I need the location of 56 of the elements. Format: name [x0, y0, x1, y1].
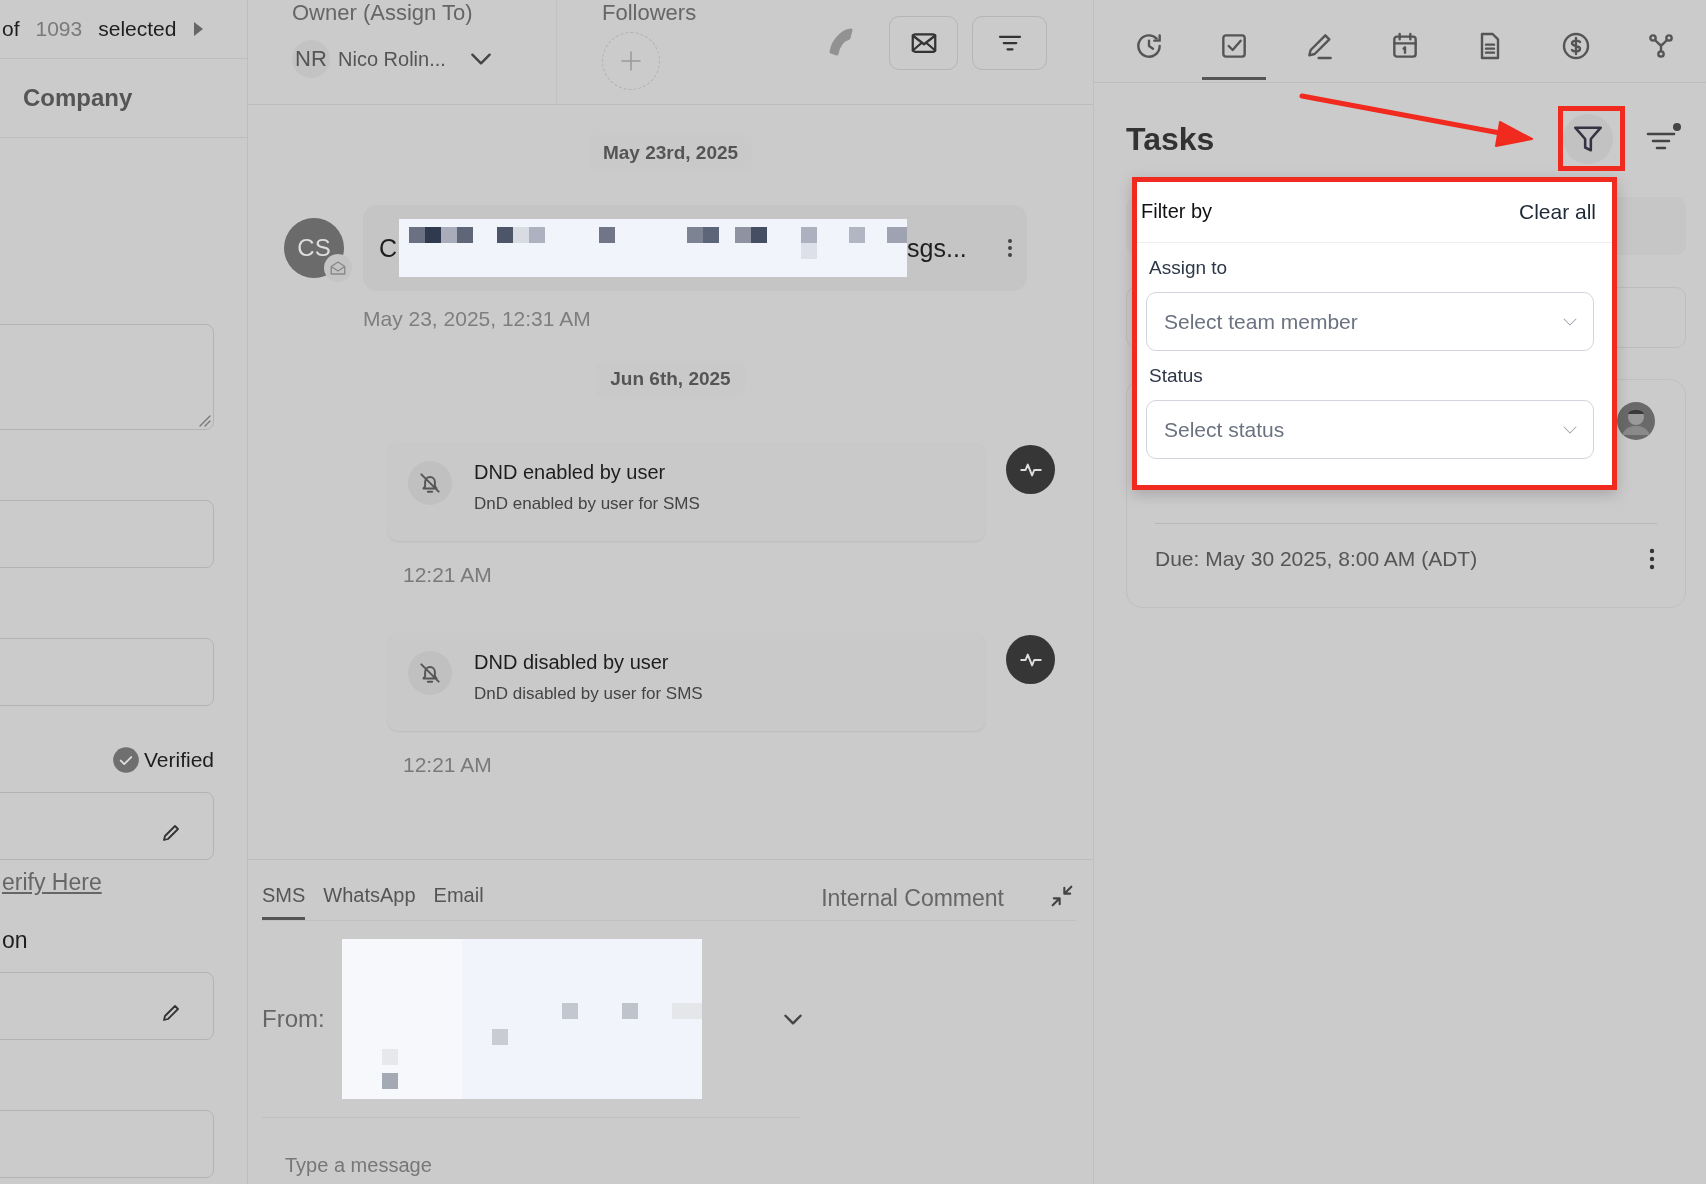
- event-time: 12:21 AM: [403, 563, 493, 587]
- select-placeholder: Select status: [1164, 417, 1285, 442]
- section-title: Company: [0, 59, 247, 138]
- selection-text: of: [2, 17, 20, 41]
- channel-tab[interactable]: SMS: [262, 884, 306, 920]
- message-text: C: [379, 233, 398, 263]
- followers-label: Followers: [602, 0, 697, 26]
- owner-name: Nico Rolin...: [338, 47, 446, 71]
- resize-grip-icon: [197, 413, 211, 427]
- owner-select[interactable]: NR Nico Rolin...: [292, 40, 556, 78]
- field-label: on: [2, 926, 28, 955]
- email-button[interactable]: [889, 16, 958, 70]
- clear-all-button[interactable]: Clear all: [1518, 199, 1596, 224]
- event-detail: DnD disabled by user for SMS: [474, 684, 703, 704]
- popup-title: Filter by: [1141, 200, 1213, 223]
- internal-comment-tab[interactable]: Internal Comment: [821, 885, 1004, 920]
- bell-off-icon: [417, 470, 443, 496]
- filter-button[interactable]: [972, 16, 1047, 70]
- channel-tab[interactable]: Email: [433, 884, 484, 920]
- message-time: May 23, 2025, 12:31 AM: [363, 307, 592, 331]
- event-title: DND enabled by user: [474, 461, 667, 484]
- filter-button[interactable]: [1563, 114, 1613, 164]
- verified-label: Verified: [143, 748, 214, 772]
- selection-count: 1093: [35, 17, 83, 41]
- owner-label: Owner (Assign To): [292, 0, 474, 26]
- message-input[interactable]: Type a message: [285, 1154, 685, 1177]
- select-placeholder: Select team member: [1164, 309, 1358, 334]
- input-field[interactable]: [0, 792, 214, 860]
- input-field[interactable]: [0, 1110, 214, 1178]
- caret-icon: [192, 21, 205, 37]
- channel-tab[interactable]: WhatsApp: [323, 884, 416, 920]
- select-field[interactable]: Select status: [1146, 400, 1594, 459]
- input-field[interactable]: [0, 500, 214, 568]
- event-time: 12:21 AM: [403, 753, 493, 777]
- select-field[interactable]: Select team member: [1146, 292, 1594, 351]
- plus-icon: [619, 49, 643, 73]
- panel-title: Tasks: [1126, 120, 1215, 158]
- avatar: NR: [292, 40, 330, 78]
- input-field[interactable]: [0, 972, 214, 1040]
- kebab-menu-icon: [1005, 236, 1015, 260]
- from-label: From:: [262, 1005, 325, 1033]
- due-date: Due: May 30 2025, 8:00 AM (ADT): [1155, 547, 1478, 571]
- event-detail: DnD enabled by user for SMS: [474, 494, 700, 514]
- check-circle-icon: [111, 746, 140, 774]
- message-text: sgs...: [907, 233, 967, 263]
- event-title: DND disabled by user: [474, 651, 670, 674]
- filter-label: Assign to: [1149, 256, 1229, 280]
- bell-off-icon: [417, 660, 443, 686]
- selection-text: selected: [98, 17, 177, 41]
- avatar: CS: [284, 218, 344, 278]
- verify-link[interactable]: erify Here: [2, 868, 102, 896]
- filter-label: Status: [1149, 364, 1204, 388]
- input-field[interactable]: [0, 638, 214, 706]
- kebab-menu-icon: [1647, 546, 1657, 572]
- highlight-frame: [1558, 106, 1625, 171]
- open-mail-icon: [329, 259, 347, 277]
